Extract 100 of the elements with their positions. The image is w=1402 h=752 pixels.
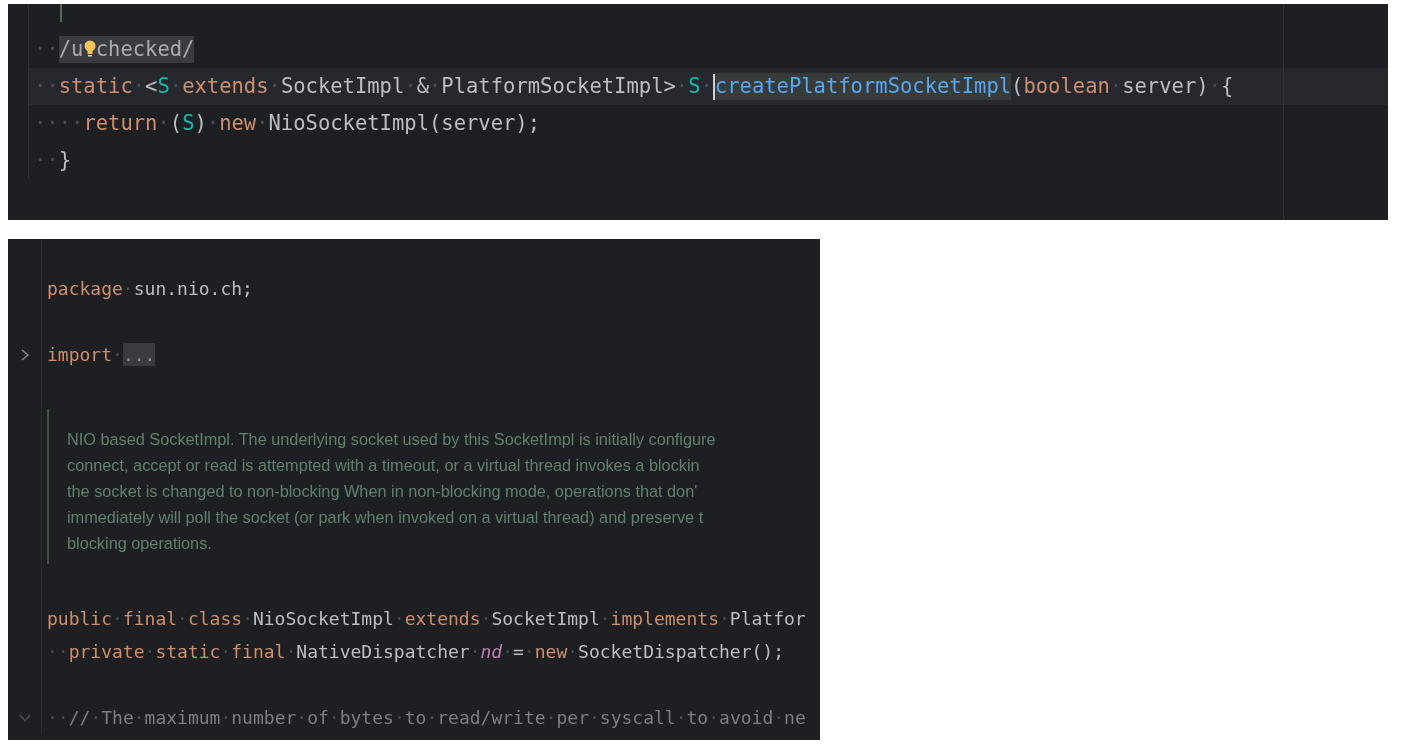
code-text: < <box>145 73 158 100</box>
whitespace-marker: · <box>469 639 481 664</box>
whitespace-marker: · <box>393 705 405 730</box>
comment-text: syscall <box>599 705 676 730</box>
code-text: server) <box>1122 73 1209 100</box>
code-text: { <box>1220 73 1234 100</box>
whitespace-marker: · <box>112 342 123 367</box>
code-text: SocketDispatcher(); <box>578 639 784 664</box>
keyword: public <box>47 606 113 631</box>
whitespace-marker: · <box>112 606 123 631</box>
whitespace-marker: · <box>122 276 134 301</box>
annotation: checked/ <box>95 36 195 63</box>
comment-text: avoid <box>719 705 774 730</box>
comment-text: read/write <box>437 705 546 730</box>
doc-comment-line: immediately will poll the socket (or park when invoked on a virtual thread) and preserve t <box>67 507 705 528</box>
keyword: new <box>219 110 257 137</box>
keyword: final <box>122 606 178 631</box>
keyword: implements <box>610 606 719 631</box>
whitespace-marker: ···· <box>34 110 84 137</box>
doc-comment-line: NIO based SocketImpl. The underlying socket used by this SocketImpl is initially configure <box>67 429 716 450</box>
whitespace-marker: ·· <box>47 639 69 664</box>
code-text: NioSocketImpl <box>252 606 394 631</box>
whitespace-marker: · <box>429 73 442 100</box>
whitespace-marker: · <box>133 705 145 730</box>
comment-text: to <box>404 705 427 730</box>
code-text: PlatformSocketImpl> <box>441 73 676 100</box>
whitespace-marker: · <box>545 705 557 730</box>
whitespace-marker: · <box>157 110 170 137</box>
whitespace-marker: · <box>675 705 687 730</box>
comment-text: maximum <box>144 705 221 730</box>
comment-text: per <box>556 705 589 730</box>
keyword: import <box>47 342 113 367</box>
whitespace-marker: · <box>132 73 146 100</box>
whitespace-marker: · <box>90 705 102 730</box>
whitespace-marker: · <box>708 705 720 730</box>
code-text: sun.nio.ch; <box>133 276 253 301</box>
comment-text: ne <box>784 705 806 730</box>
code-text: SocketImpl <box>280 73 405 100</box>
keyword: static <box>58 73 133 100</box>
whitespace-marker: · <box>599 606 611 631</box>
type-parameter: S <box>182 110 195 137</box>
whitespace-marker: · <box>328 705 340 730</box>
whitespace-marker: · <box>169 73 183 100</box>
code-text: Platfor <box>729 606 806 631</box>
code-text: SocketImpl <box>491 606 600 631</box>
comment-text: number <box>231 705 297 730</box>
doc-comment-line: connect, accept or read is attempted with a timeout, or a virtual thread invokes a blockin <box>67 455 701 476</box>
method-name: createPlatformSocketImpl <box>714 73 1012 100</box>
comment-text: of <box>307 705 329 730</box>
whitespace-marker: ·· <box>34 36 59 63</box>
keyword: package <box>47 276 123 301</box>
whitespace-marker: · <box>502 639 514 664</box>
keyword: return <box>83 110 158 137</box>
doc-comment-line: the socket is changed to non-blocking When in non-blocking mode, operations that don' <box>67 481 699 502</box>
chevron-right-icon[interactable] <box>19 347 30 362</box>
whitespace-marker: · <box>480 606 492 631</box>
keyword: final <box>231 639 286 664</box>
whitespace-marker: · <box>256 110 269 137</box>
annotation: /u <box>58 36 84 63</box>
whitespace-marker: · <box>567 639 579 664</box>
whitespace-marker: · <box>177 606 188 631</box>
code-text: NioSocketImpl(server); <box>268 110 541 137</box>
keyword: new <box>534 639 568 664</box>
whitespace-marker: · <box>1208 73 1221 100</box>
whitespace-marker: · <box>1109 73 1123 100</box>
comment-text: to <box>686 705 709 730</box>
code-text: } <box>58 147 72 174</box>
text-cursor <box>712 73 715 100</box>
whitespace-marker: · <box>220 705 232 730</box>
whitespace-marker: · <box>700 73 713 100</box>
whitespace-marker: · <box>242 606 253 631</box>
code-text: ) <box>194 110 207 137</box>
type-parameter: S <box>157 73 170 100</box>
whitespace-marker: · <box>393 606 405 631</box>
whitespace-marker: · <box>268 73 281 100</box>
doc-comment-line: blocking operations. <box>67 533 213 554</box>
whitespace-marker: · <box>296 705 308 730</box>
code-text: NativeDispatcher <box>296 639 470 664</box>
keyword: class <box>187 606 243 631</box>
keyword: extends <box>404 606 481 631</box>
keyword: boolean <box>1023 73 1110 100</box>
code-text: ( <box>1011 73 1024 100</box>
whitespace-marker: · <box>589 705 600 730</box>
whitespace-marker: · <box>144 639 156 664</box>
whitespace-marker: ·· <box>34 73 59 100</box>
keyword: static <box>155 639 221 664</box>
comment-text: // <box>68 705 91 730</box>
field-name: nd <box>480 639 503 664</box>
code-text: & <box>416 73 429 100</box>
keyword: extends <box>182 73 269 100</box>
whitespace-marker: · <box>206 110 220 137</box>
whitespace-marker: · <box>675 73 689 100</box>
whitespace-marker: · <box>718 606 730 631</box>
whitespace-marker: ·· <box>34 147 59 174</box>
whitespace-marker: · <box>220 639 232 664</box>
comment-text: bytes <box>339 705 394 730</box>
whitespace-marker: ·· <box>47 705 69 730</box>
folded-code: ... <box>122 342 156 367</box>
code-text: = <box>513 639 524 664</box>
lightbulb-icon[interactable] <box>83 39 96 60</box>
